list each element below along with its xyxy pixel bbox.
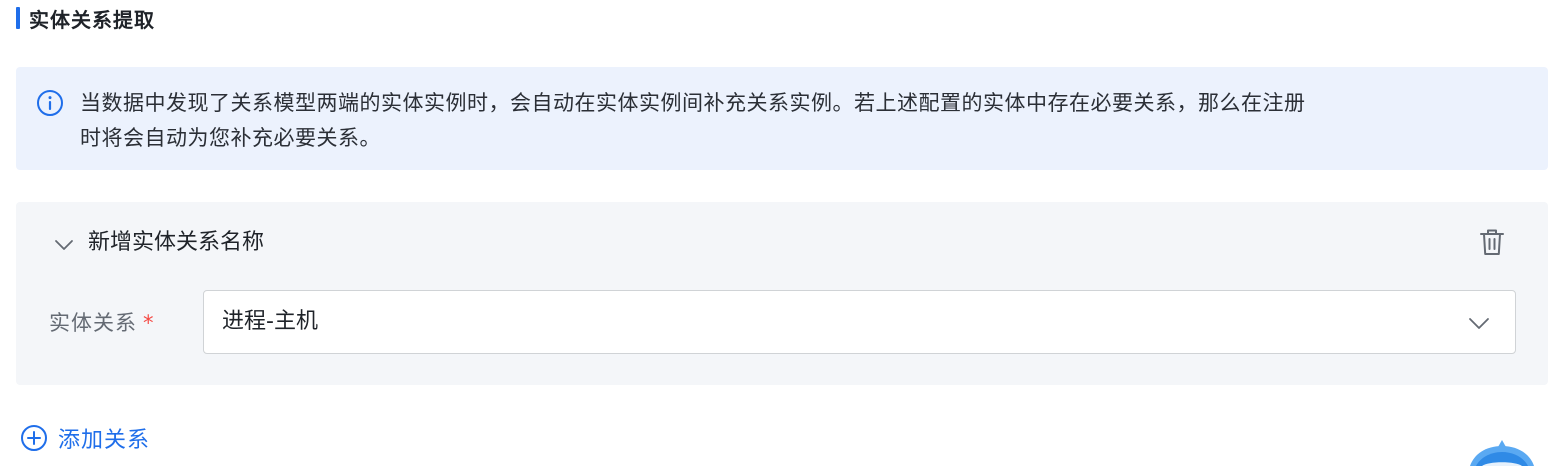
info-text-line-2: 时将会自动为您补充必要关系。: [80, 126, 381, 150]
chevron-down-icon: [1469, 318, 1489, 329]
chevron-down-icon[interactable]: [53, 234, 75, 256]
trash-icon[interactable]: [1478, 227, 1506, 257]
plus-circle-icon: [21, 425, 47, 451]
add-relation-button[interactable]: 添加关系: [20, 422, 150, 454]
relation-field-label: 实体关系 *: [49, 306, 155, 340]
panel-title: 新增实体关系名称: [88, 230, 265, 255]
section-title: 实体关系提取: [29, 7, 155, 32]
required-mark: *: [143, 311, 155, 335]
title-accent-bar: [16, 7, 20, 29]
info-circle-icon: [37, 90, 63, 116]
assistant-bubble-icon[interactable]: [1462, 436, 1542, 466]
entity-relation-page: 实体关系提取 当数据中发现了关系模型两端的实体实例时，会自动在实体实例间补充关系…: [0, 0, 1552, 466]
select-value: 进程-主机: [222, 309, 318, 334]
info-text-line-1: 当数据中发现了关系模型两端的实体实例时，会自动在实体实例间补充关系实例。若上述配…: [80, 91, 1306, 115]
field-label-text: 实体关系: [49, 311, 137, 335]
info-alert: 当数据中发现了关系模型两端的实体实例时，会自动在实体实例间补充关系实例。若上述配…: [16, 67, 1548, 170]
relation-select[interactable]: 进程-主机: [203, 290, 1516, 354]
section-header: 实体关系提取: [16, 5, 155, 32]
info-text: 当数据中发现了关系模型两端的实体实例时，会自动在实体实例间补充关系实例。若上述配…: [80, 86, 1518, 156]
relation-panel: 新增实体关系名称 实体关系 * 进程-主机: [16, 202, 1548, 385]
add-relation-label: 添加关系: [58, 428, 151, 453]
